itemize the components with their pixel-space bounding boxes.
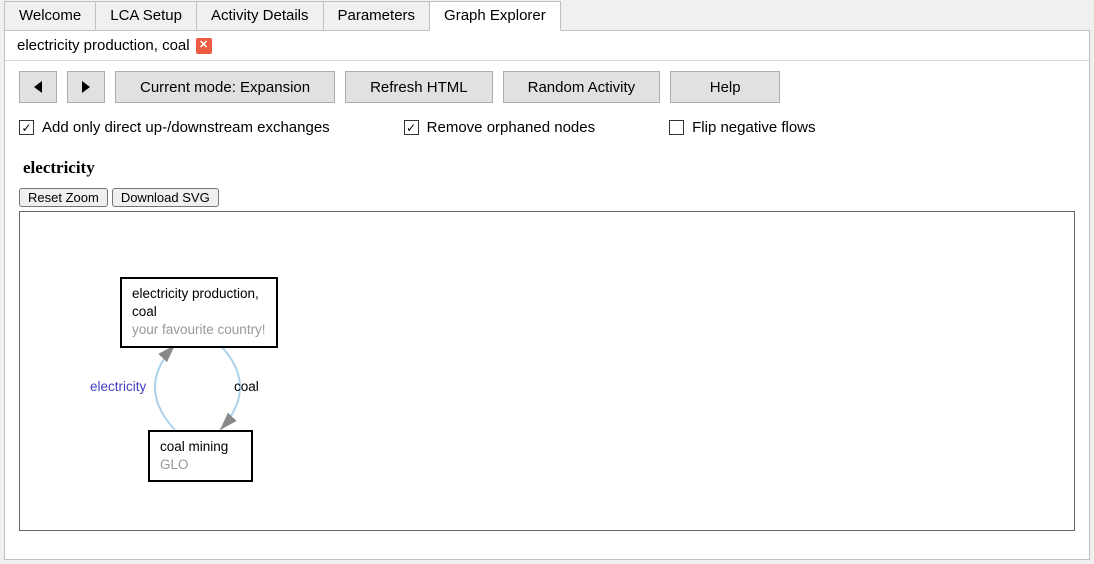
content-panel: electricity production, coal ✕ Current m… xyxy=(4,30,1090,560)
checkbox-label: Flip negative flows xyxy=(692,119,815,136)
graph-node-electricity-production[interactable]: electricity production, coal your favour… xyxy=(120,277,278,348)
sub-tab-electricity[interactable]: electricity production, coal ✕ xyxy=(11,35,218,56)
close-icon[interactable]: ✕ xyxy=(196,38,212,54)
tab-graph-explorer[interactable]: Graph Explorer xyxy=(429,1,561,31)
nav-back-button[interactable] xyxy=(19,71,57,103)
checkbox-remove-orphaned[interactable]: Remove orphaned nodes xyxy=(404,119,595,136)
random-activity-button[interactable]: Random Activity xyxy=(503,71,661,103)
current-mode-button[interactable]: Current mode: Expansion xyxy=(115,71,335,103)
tab-activity-details[interactable]: Activity Details xyxy=(196,1,324,31)
main-tabs: Welcome LCA Setup Activity Details Param… xyxy=(0,0,1094,31)
checkbox-direct-exchanges[interactable]: Add only direct up-/downstream exchanges xyxy=(19,119,330,136)
graph-title: electricity xyxy=(23,158,1071,178)
triangle-left-icon xyxy=(32,80,44,94)
checkbox-flip-negative[interactable]: Flip negative flows xyxy=(669,119,815,136)
graph-canvas[interactable]: electricity production, coal your favour… xyxy=(19,211,1075,531)
node-title-line: coal xyxy=(132,303,266,321)
help-button[interactable]: Help xyxy=(670,71,780,103)
graph-node-coal-mining[interactable]: coal mining GLO xyxy=(148,430,253,482)
node-subtitle: GLO xyxy=(160,456,241,474)
node-title-line: electricity production, xyxy=(132,285,266,303)
download-svg-button[interactable]: Download SVG xyxy=(112,188,219,207)
checkbox-row: Add only direct up-/downstream exchanges… xyxy=(5,113,1089,146)
edge-label-coal: coal xyxy=(234,379,259,394)
triangle-right-icon xyxy=(80,80,92,94)
nav-forward-button[interactable] xyxy=(67,71,105,103)
toolbar: Current mode: Expansion Refresh HTML Ran… xyxy=(5,61,1089,113)
node-subtitle: your favourite country! xyxy=(132,321,266,339)
reset-zoom-button[interactable]: Reset Zoom xyxy=(19,188,108,207)
tab-welcome[interactable]: Welcome xyxy=(4,1,96,31)
checkbox-label: Add only direct up-/downstream exchanges xyxy=(42,119,330,136)
checkbox-icon xyxy=(669,120,684,135)
tab-lca-setup[interactable]: LCA Setup xyxy=(95,1,197,31)
graph-edges xyxy=(20,212,1070,531)
sub-tab-label: electricity production, coal xyxy=(17,37,190,54)
checkbox-icon xyxy=(404,120,419,135)
checkbox-icon xyxy=(19,120,34,135)
graph-area: electricity Reset Zoom Download SVG xyxy=(5,146,1089,537)
node-title-line: coal mining xyxy=(160,438,241,456)
checkbox-label: Remove orphaned nodes xyxy=(427,119,595,136)
edge-label-electricity: electricity xyxy=(90,379,146,394)
sub-tab-row: electricity production, coal ✕ xyxy=(5,31,1089,61)
tab-parameters[interactable]: Parameters xyxy=(323,1,431,31)
refresh-html-button[interactable]: Refresh HTML xyxy=(345,71,493,103)
